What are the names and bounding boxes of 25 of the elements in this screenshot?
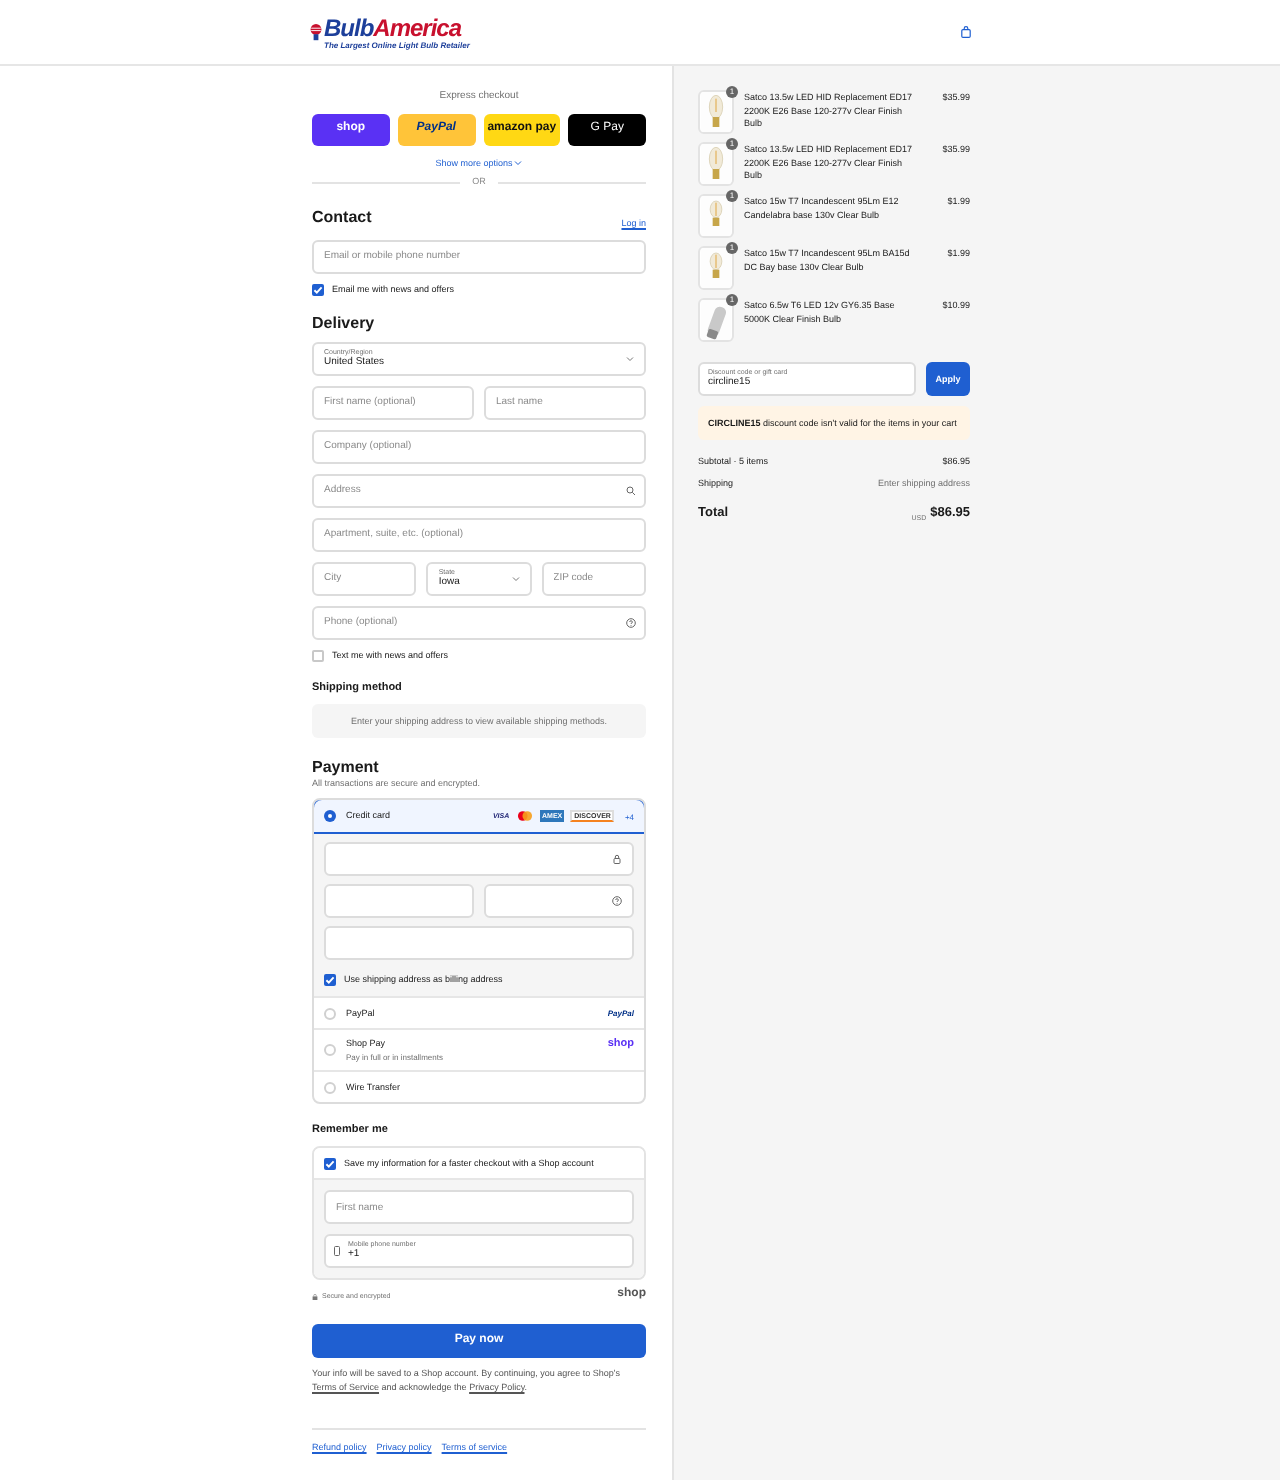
section-heading: Contact: [312, 208, 372, 230]
security-code-field[interactable]: [484, 884, 634, 919]
help-icon: [626, 617, 636, 628]
chevron-down-icon: [514, 159, 523, 165]
radio-button[interactable]: [324, 810, 336, 823]
mastercard-icon: [516, 810, 535, 823]
radio-button[interactable]: [324, 1081, 336, 1094]
name-on-card-field[interactable]: [324, 926, 634, 961]
radio-button[interactable]: [324, 1044, 336, 1057]
section-heading: Payment: [312, 758, 379, 777]
logo-wordmark: BulbAmerica: [324, 15, 464, 39]
section-heading: Delivery: [312, 313, 375, 332]
phone-icon: [334, 1246, 340, 1257]
checkbox[interactable]: [312, 649, 324, 662]
chevron-down-icon: [511, 575, 520, 582]
search-icon: [626, 485, 636, 496]
chevron-down-icon: [626, 355, 634, 362]
card-number-field[interactable]: [324, 842, 634, 877]
lock-icon: [612, 854, 622, 865]
lock-icon: [312, 1293, 318, 1300]
bulb-logo-icon: [310, 21, 322, 43]
shopping-bag-icon[interactable]: [960, 26, 972, 38]
expiry-field[interactable]: [324, 884, 474, 919]
radio-button[interactable]: [324, 1007, 336, 1020]
help-icon: [612, 896, 622, 907]
